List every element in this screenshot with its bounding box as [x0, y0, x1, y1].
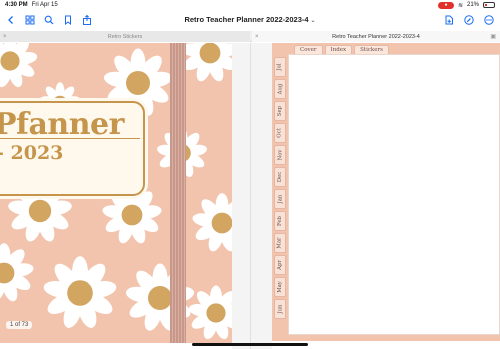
wifi-icon: ≋ [457, 2, 463, 9]
document-title[interactable]: Retro Teacher Planner 2022-2023-4 ⌄ [0, 15, 500, 24]
tab-cover[interactable]: Cover [294, 45, 323, 54]
month-tab-apr[interactable]: Apr [274, 255, 286, 275]
elastic-band [170, 43, 186, 343]
tab-strip: × Retro Stickers × Retro Teacher Planner… [0, 31, 500, 42]
month-label: Jun [276, 304, 283, 314]
tab-retro-stickers[interactable]: × Retro Stickers [0, 31, 250, 42]
split-divider[interactable] [250, 43, 251, 349]
month-label: Oct [276, 128, 283, 138]
screen-record-icon: ● [437, 1, 454, 9]
add-page-icon[interactable] [442, 13, 456, 27]
pane-gap [232, 43, 272, 349]
tab-index[interactable]: Index [324, 45, 353, 54]
more-icon[interactable] [482, 13, 496, 27]
toolbar-right [442, 13, 496, 27]
month-tab-dec[interactable]: Dec [274, 167, 286, 187]
status-right: ● ≋ 21% [437, 1, 495, 9]
month-tab-jul[interactable]: Jul [274, 57, 286, 77]
month-tab-jun[interactable]: Jun [274, 299, 286, 319]
tab-label: Retro Teacher Planner 2022-2023-4 [332, 33, 420, 40]
month-tab-oct[interactable]: Oct [274, 123, 286, 143]
home-indicator[interactable] [192, 343, 308, 346]
battery-icon [483, 2, 495, 8]
tab-label: Retro Stickers [107, 33, 143, 40]
toolbar: Retro Teacher Planner 2022-2023-4 ⌄ [0, 10, 500, 30]
month-label: Apr [277, 260, 283, 270]
edit-icon[interactable] [462, 13, 476, 27]
month-tab-may[interactable]: May [274, 277, 286, 297]
close-tab-icon[interactable]: × [3, 34, 7, 40]
split-view-icon[interactable]: ▣ [490, 33, 496, 40]
status-bar: 4:30 PM Fri Apr 15 ● ≋ 21% [0, 0, 500, 10]
month-label: Jul [276, 63, 283, 71]
tab-retro-teacher-planner[interactable]: × Retro Teacher Planner 2022-2023-4 ▣ [252, 31, 500, 42]
month-label: Nov [277, 149, 284, 161]
cover-divider [0, 138, 140, 139]
month-label: Dec [277, 171, 284, 183]
month-tab-sep[interactable]: Sep [274, 101, 286, 121]
status-time: 4:30 PM [5, 2, 28, 8]
cover-title: Pfanner [0, 107, 124, 142]
cover-year: - 2023 [0, 142, 63, 164]
month-tab-mar[interactable]: Mar [274, 233, 286, 253]
app-window: 4:30 PM Fri Apr 15 ● ≋ 21% Retro Teacher… [0, 0, 500, 349]
status-date: Fri Apr 15 [31, 2, 58, 8]
month-label: Aug [277, 83, 284, 95]
battery-percent: 21% [466, 2, 479, 8]
tab-stickers[interactable]: Stickers [354, 45, 389, 54]
month-label: May [277, 281, 284, 293]
month-label: Jan [276, 194, 283, 204]
blank-page[interactable] [288, 54, 500, 335]
month-tab-feb[interactable]: Feb [274, 211, 286, 231]
cover-page[interactable]: Pfanner - 2023 1 of 73 [0, 43, 232, 343]
planner-page[interactable]: Cover Index Stickers Jul Aug Sep Oct Nov… [272, 43, 500, 341]
month-tab-nov[interactable]: Nov [274, 145, 286, 165]
page-indicator: 1 of 73 [6, 321, 33, 329]
document-title-text: Retro Teacher Planner 2022-2023-4 [184, 15, 309, 24]
cover-year-value: 2023 [10, 142, 64, 164]
month-tab-aug[interactable]: Aug [274, 79, 286, 99]
month-label: Feb [276, 216, 283, 226]
month-label: Sep [277, 105, 283, 117]
month-tab-jan[interactable]: Jan [274, 189, 286, 209]
close-tab-icon[interactable]: × [255, 34, 259, 40]
chevron-down-icon: ⌄ [310, 18, 316, 24]
month-label: Mar [277, 237, 283, 249]
top-tabs: Cover Index Stickers [294, 45, 389, 54]
